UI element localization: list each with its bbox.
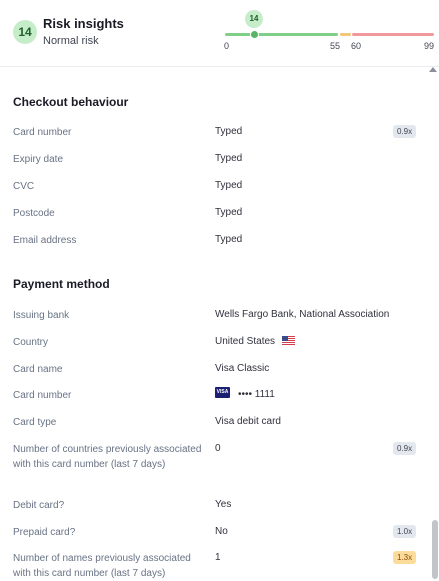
checkout-behaviour-heading: Checkout behaviour xyxy=(13,95,129,109)
debit-card-value: Yes xyxy=(215,499,232,510)
checkout-expiry-date-value: Typed xyxy=(215,153,243,164)
names-associated-label: Number of names previously associated wi… xyxy=(13,553,191,579)
risk-bar-elevated-segment xyxy=(340,33,351,36)
card-number-label: Card number xyxy=(13,390,72,401)
country-text: United States xyxy=(215,336,276,347)
country-label: Country xyxy=(13,337,49,348)
checkout-expiry-date-label: Expiry date xyxy=(13,154,64,165)
card-number-value: •••• 1111 xyxy=(238,389,275,400)
risk-multiplier-badge-elevated: 1.3x xyxy=(393,551,417,564)
prepaid-card-label: Prepaid card? xyxy=(13,527,76,538)
issuing-bank-label: Issuing bank xyxy=(13,310,70,321)
countries-associated-label: Number of countries previously associate… xyxy=(13,444,202,470)
checkout-email-value: Typed xyxy=(215,234,243,245)
scrollbar-thumb[interactable] xyxy=(432,520,438,579)
risk-bar-score-marker: 14 xyxy=(245,10,263,28)
risk-level-label: Normal risk xyxy=(43,35,99,47)
risk-bar-tick: 99 xyxy=(424,41,435,51)
payment-method-heading: Payment method xyxy=(13,277,110,291)
risk-bar-tick: 60 xyxy=(351,41,362,51)
checkout-postcode-label: Postcode xyxy=(13,208,55,219)
issuing-bank-value: Wells Fargo Bank, National Association xyxy=(215,309,390,320)
checkout-email-label: Email address xyxy=(13,235,77,246)
risk-multiplier-badge: 0.9x xyxy=(393,442,417,455)
card-name-label: Card name xyxy=(13,364,63,375)
checkout-cvc-label: CVC xyxy=(13,181,35,192)
risk-bar-tick: 0 xyxy=(224,41,230,51)
card-type-label: Card type xyxy=(13,417,57,428)
risk-bar-high-segment xyxy=(352,33,434,36)
risk-multiplier-badge: 0.9x xyxy=(393,125,417,138)
prepaid-card-value: No xyxy=(215,526,228,537)
card-type-value: Visa debit card xyxy=(215,416,281,427)
checkout-postcode-value: Typed xyxy=(215,207,243,218)
names-associated-value: 1 xyxy=(215,552,221,563)
risk-insights-title: Risk insights xyxy=(43,16,124,31)
us-flag-icon xyxy=(281,336,295,345)
risk-bar-normal-segment xyxy=(225,33,338,36)
risk-bar-tick: 55 xyxy=(330,41,341,51)
card-name-value: Visa Classic xyxy=(215,363,270,374)
risk-insights-header: 14 Risk insights Normal risk 14 0 55 60 … xyxy=(0,0,439,67)
risk-bar-knob xyxy=(250,30,259,39)
risk-multiplier-badge: 1.0x xyxy=(393,525,417,538)
checkout-card-number-label: Card number xyxy=(13,127,72,138)
scroll-up-arrow-icon[interactable] xyxy=(429,67,437,72)
checkout-cvc-value: Typed xyxy=(215,180,243,191)
country-value: United States xyxy=(215,335,295,349)
checkout-card-number-value: Typed xyxy=(215,126,243,137)
visa-icon: VISA xyxy=(215,387,230,398)
debit-card-label: Debit card? xyxy=(13,500,65,511)
risk-score-badge: 14 xyxy=(13,20,37,44)
countries-associated-value: 0 xyxy=(215,443,221,454)
